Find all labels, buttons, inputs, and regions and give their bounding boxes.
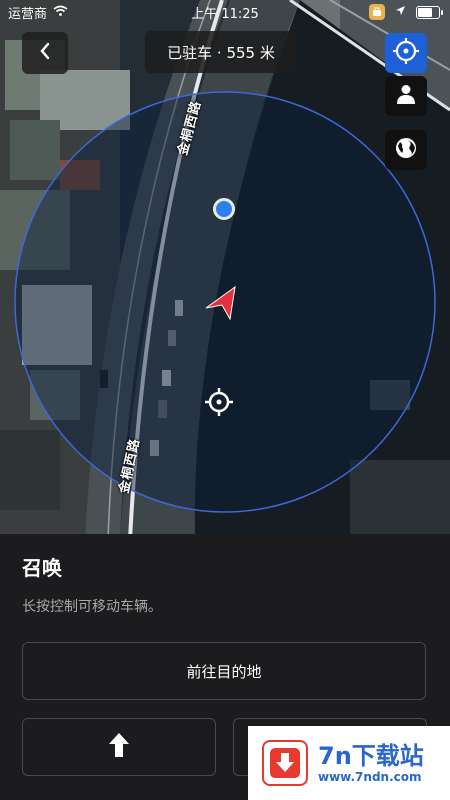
watermark-brand: 7n下载站 [318, 742, 424, 770]
user-location-dot [213, 198, 235, 220]
download-icon [262, 740, 308, 786]
parking-status-title: 已驻车 · 555 米 [145, 31, 297, 73]
battery-icon [416, 5, 443, 19]
locate-button[interactable] [385, 33, 427, 73]
globe-icon [395, 137, 417, 163]
status-bar: 运营商 上午 11:25 [0, 0, 450, 24]
vehicle-arrow-icon [202, 285, 240, 324]
watermark-url: www.7ndn.com [318, 770, 422, 784]
chevron-left-icon [39, 42, 51, 64]
crosshair-icon [393, 38, 419, 68]
target-crosshair-icon[interactable] [205, 388, 233, 420]
watermark-banner: 7n下载站 www.7ndn.com [248, 726, 450, 800]
wifi-icon [53, 5, 68, 20]
go-to-destination-button[interactable]: 前往目的地 [22, 642, 426, 700]
person-location-button[interactable] [385, 76, 427, 116]
map-layer-button[interactable] [385, 130, 427, 170]
carrier-name: 运营商 [8, 6, 48, 22]
panel-title: 召唤 [22, 556, 62, 580]
app-badge-icon [369, 4, 385, 20]
back-button[interactable] [22, 32, 68, 74]
location-arrow-icon [395, 5, 406, 20]
person-icon [395, 83, 417, 109]
map-view[interactable]: 金桐西路 金桐西路 [0, 0, 450, 540]
panel-description: 长按控制可移动车辆。 [22, 599, 162, 615]
arrow-up-icon [108, 732, 130, 762]
move-forward-button[interactable] [22, 718, 216, 776]
satellite-imagery [0, 0, 450, 540]
